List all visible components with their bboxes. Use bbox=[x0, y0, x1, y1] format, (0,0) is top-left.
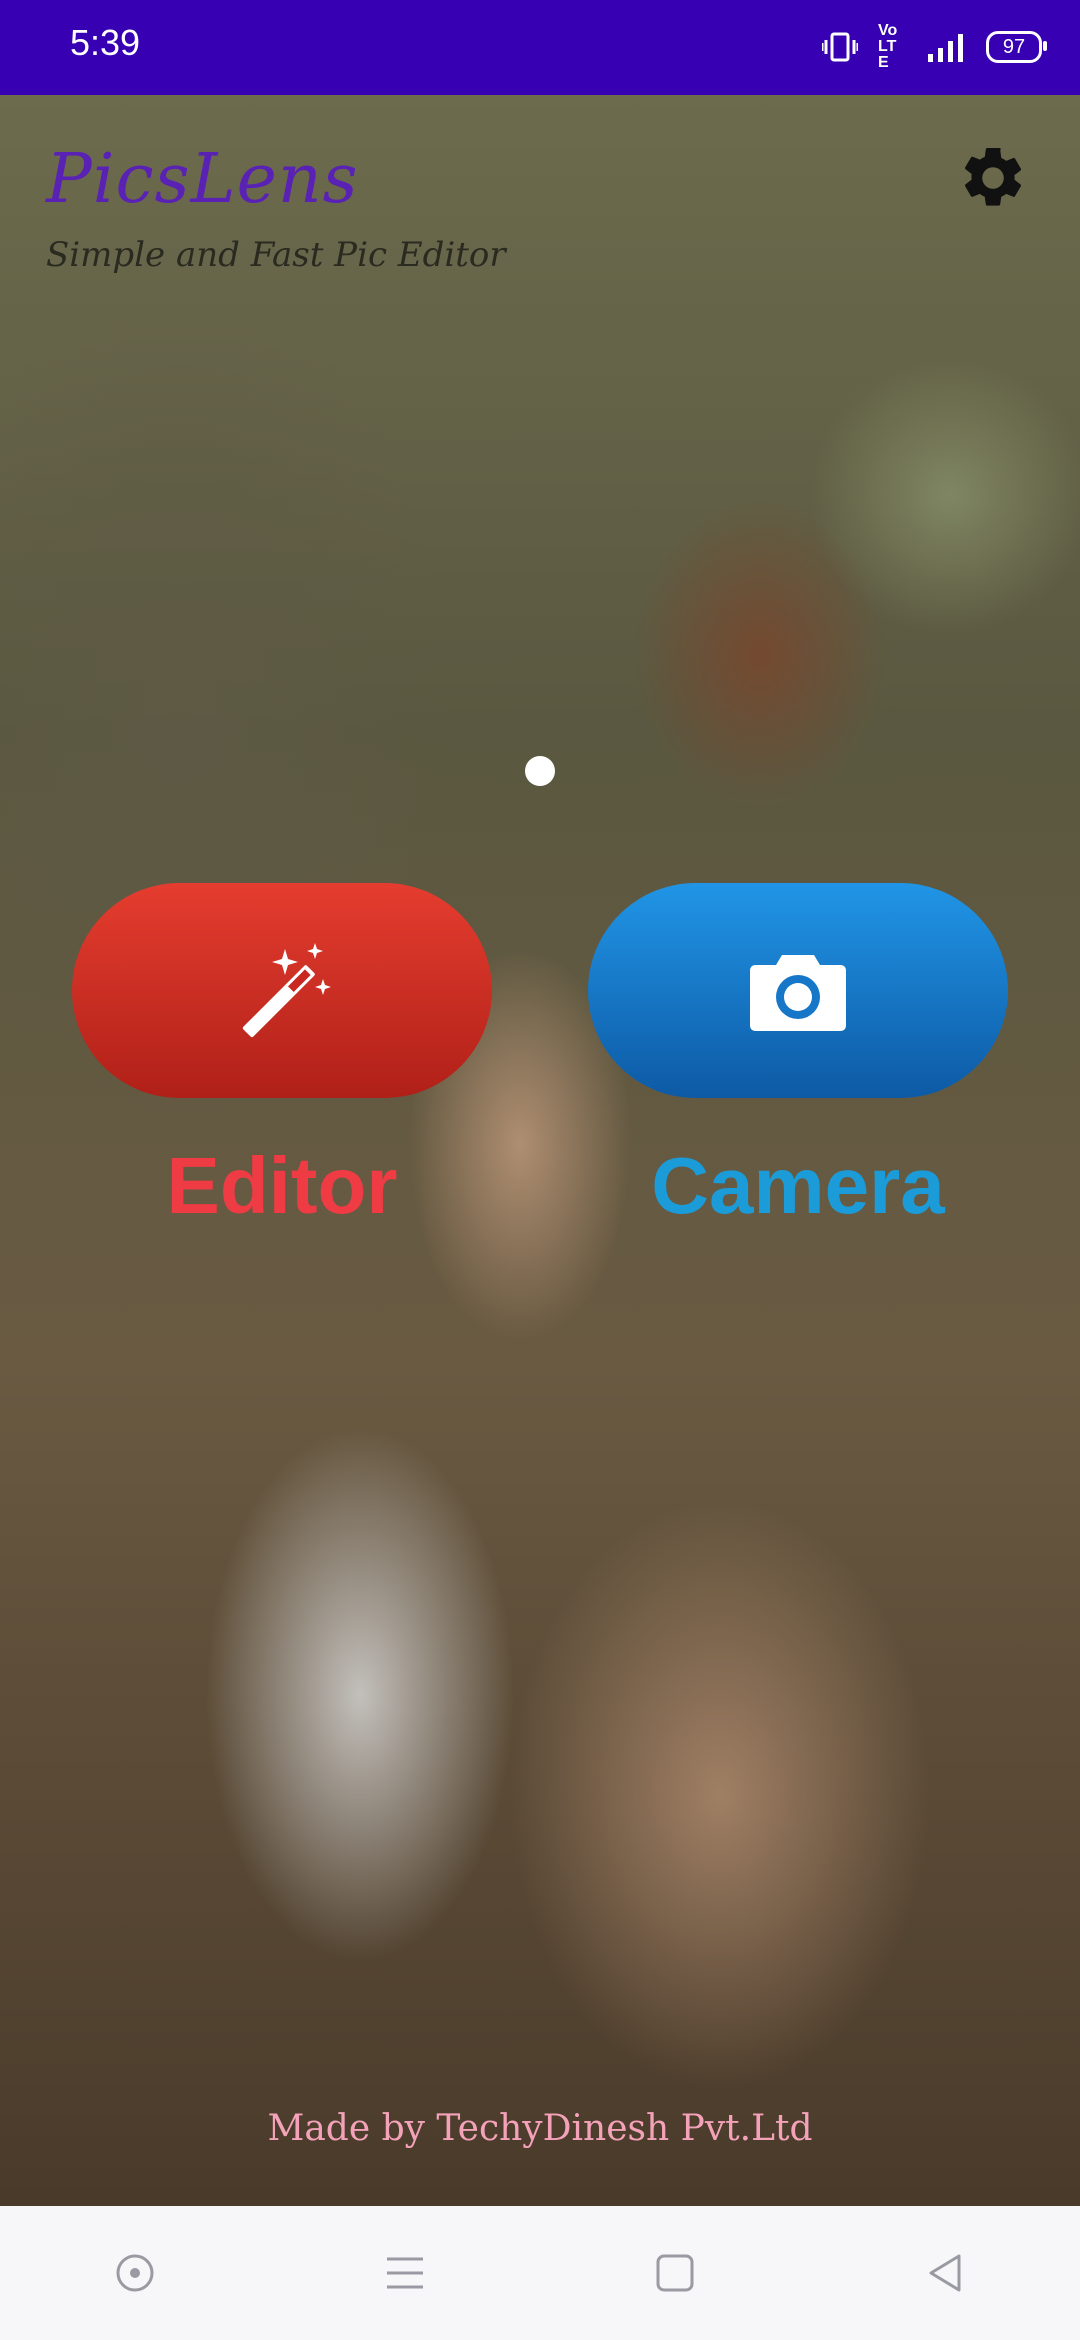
editor-button[interactable] bbox=[72, 883, 492, 1098]
assistant-icon bbox=[116, 2254, 154, 2292]
battery-level: 97 bbox=[1002, 35, 1026, 58]
status-bar: 5:39 Vo LTE 97 bbox=[0, 0, 1080, 95]
magic-wand-icon bbox=[242, 942, 331, 1037]
navigation-bar bbox=[0, 2206, 1080, 2340]
home-button[interactable] bbox=[635, 2233, 715, 2313]
vibrate-icon bbox=[822, 32, 858, 62]
gear-icon bbox=[964, 147, 1022, 206]
camera-label[interactable]: Camera bbox=[588, 1140, 1008, 1232]
back-button[interactable] bbox=[905, 2233, 985, 2313]
camera-icon bbox=[750, 954, 846, 1031]
camera-button[interactable] bbox=[588, 883, 1008, 1098]
assistant-button[interactable] bbox=[95, 2233, 175, 2313]
battery-icon: 97 bbox=[986, 31, 1047, 63]
app-title: PicsLens bbox=[46, 140, 359, 219]
volte-label: Vo LTE bbox=[878, 22, 898, 71]
home-icon bbox=[656, 2254, 694, 2292]
menu-button[interactable] bbox=[365, 2233, 445, 2313]
signal-icon bbox=[928, 34, 963, 62]
settings-button[interactable] bbox=[955, 140, 1031, 216]
editor-label[interactable]: Editor bbox=[72, 1140, 492, 1232]
status-time: 5:39 bbox=[70, 22, 141, 63]
indicator-dot bbox=[525, 756, 555, 786]
credit-text: Made by TechyDinesh Pvt.Ltd bbox=[267, 2108, 813, 2149]
menu-icon bbox=[387, 2257, 423, 2289]
status-icons: Vo LTE 97 bbox=[822, 22, 1047, 71]
app-subtitle: Simple and Fast Pic Editor bbox=[46, 235, 506, 275]
back-icon bbox=[929, 2254, 961, 2292]
